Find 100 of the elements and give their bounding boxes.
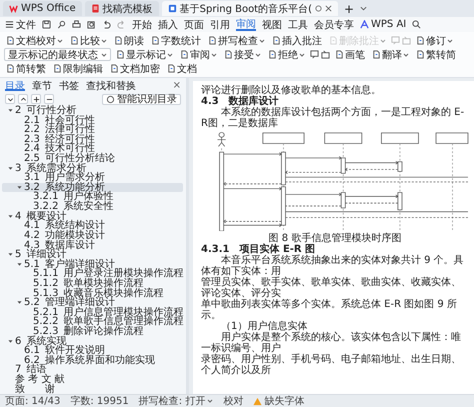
toc-item[interactable]: 4.1 系统结构设计: [2, 221, 183, 230]
page-icon: [116, 50, 125, 59]
page-icon: [268, 50, 277, 59]
ribbon-button[interactable]: 限制编辑: [51, 62, 105, 75]
page-icon: [372, 50, 381, 59]
ribbon-button[interactable]: 审阅: [178, 48, 219, 61]
sidebar-tab[interactable]: 章节: [32, 79, 52, 91]
ribbon-button[interactable]: 文档加密: [108, 62, 162, 75]
close-icon[interactable]: [325, 5, 332, 12]
toc-item[interactable]: 5 详细设计: [2, 250, 183, 260]
caret-icon: [207, 398, 214, 404]
menu-tab[interactable]: 视图: [262, 18, 282, 31]
ribbon-button[interactable]: 插入批注: [270, 34, 324, 47]
close-button[interactable]: ×: [172, 80, 181, 90]
sidebar-tab[interactable]: 书签: [59, 79, 79, 91]
toc-item[interactable]: 3 系统需求分析: [2, 164, 183, 173]
menu-tab[interactable]: 引用: [210, 18, 230, 31]
toc-item[interactable]: 3.2.1 用户体验性: [2, 192, 183, 202]
undo-icon[interactable]: [102, 20, 111, 29]
toc-item[interactable]: 2.4 技术可行性: [2, 144, 183, 154]
ribbon-button[interactable]: 简转繁: [4, 62, 48, 75]
toc-item[interactable]: 2.5 可行性分析结论: [2, 154, 183, 164]
missing-font-button[interactable]: 缺失字体: [253, 394, 304, 407]
ribbon-button[interactable]: 朗读: [112, 34, 146, 47]
caret-icon: [101, 52, 107, 58]
collapse-button[interactable]: [18, 94, 28, 104]
wps-ai-button[interactable]: WPS AI: [360, 18, 406, 31]
ribbon-button[interactable]: 画笔: [333, 48, 367, 61]
ribbon-button[interactable]: 接受: [222, 48, 263, 61]
sidebar-tab[interactable]: 查找和替换: [86, 79, 136, 91]
toc-item[interactable]: 3.1 用户需求分析: [2, 173, 183, 182]
next-comment-icon[interactable]: [321, 50, 330, 59]
caret-icon[interactable]: [360, 5, 368, 12]
toc-item[interactable]: 5.2 管理端详细设计: [2, 298, 183, 308]
toc-item[interactable]: 致 谢: [2, 384, 183, 394]
caret-icon[interactable]: [17, 184, 22, 190]
print-icon[interactable]: [72, 20, 81, 29]
ribbon-button[interactable]: 翻译: [370, 48, 411, 61]
smart-toc-button[interactable]: 智能识别目录: [102, 94, 181, 104]
wps-logo-icon: [9, 4, 18, 13]
file-menu[interactable]: 文件: [5, 18, 36, 31]
save-icon[interactable]: [42, 20, 51, 29]
figure-caption: 图 8 歌手信息管理模块时序图: [268, 233, 402, 244]
toc-item[interactable]: 4.3 数据库设计: [2, 240, 183, 250]
new-tab-button[interactable]: +: [341, 2, 358, 16]
menu-tab[interactable]: 会员专享: [314, 18, 354, 31]
toc-item[interactable]: 3.2 系统功能分析: [2, 182, 183, 192]
search-icon[interactable]: [412, 20, 422, 29]
toc-item[interactable]: 7 结语: [2, 365, 183, 374]
menu-tab[interactable]: 开始: [132, 18, 152, 31]
toc-item[interactable]: 6 系统实现: [2, 336, 183, 346]
document-tab[interactable]: 找稿壳模板: [84, 1, 159, 16]
paragraph-text: 用户实体是整个系统的核心。该实体包含以下属性：唯一标识编号、用户: [201, 332, 462, 354]
previous-comment-icon[interactable]: [310, 50, 319, 59]
expand-button[interactable]: [5, 94, 15, 104]
spell-check-status[interactable]: 拼写检查: 打开: [138, 394, 214, 407]
toc-item[interactable]: 2.2 法律可行性: [2, 125, 183, 134]
document-tab[interactable]: 基于Spring Boot的音乐平台(: [162, 1, 338, 16]
add-level-button[interactable]: [31, 94, 41, 104]
document-icon: [90, 4, 100, 13]
toc-item[interactable]: 2.3 经济可行性: [2, 134, 183, 144]
caret-icon[interactable]: [17, 300, 22, 306]
caret-icon[interactable]: [17, 262, 22, 267]
caret-icon[interactable]: [8, 252, 13, 258]
ribbon-button[interactable]: 文档: [165, 62, 199, 75]
toc-item[interactable]: 参 考 文 献: [2, 375, 183, 384]
toc-item[interactable]: 5.2.2 歌单歌手信息管理操作流程: [2, 317, 183, 326]
menu-tab[interactable]: 工具: [288, 18, 308, 31]
page-icon: [70, 36, 79, 45]
document-tab[interactable]: WPS Office: [3, 1, 82, 16]
toc-item[interactable]: 5.1.1 用户登录注册模块操作流程: [2, 269, 183, 278]
toc-item[interactable]: 2.1 社会可行性: [2, 116, 183, 125]
caret-icon[interactable]: [8, 338, 13, 344]
ribbon-button[interactable]: 字数统计: [149, 34, 203, 47]
toc-item[interactable]: 5.1.2 歌单模块操作流程: [2, 278, 183, 288]
caret-icon[interactable]: [8, 166, 13, 171]
preview-icon[interactable]: [87, 20, 96, 29]
caret-icon[interactable]: [8, 108, 13, 113]
markup-dropdown[interactable]: 显示标记的最终状态: [4, 48, 111, 61]
remove-level-button[interactable]: [44, 94, 54, 104]
ribbon-button[interactable]: 显示标记: [114, 48, 175, 61]
ribbon-button[interactable]: 修订: [414, 34, 455, 47]
ribbon-button[interactable]: 繁转简: [414, 48, 458, 61]
menu-tab[interactable]: 插入: [158, 18, 178, 31]
toc-item[interactable]: 2 可行性分析: [2, 106, 183, 115]
toc-item[interactable]: 4.2 功能模块设计: [2, 230, 183, 240]
toc-item[interactable]: 3.2.2 系统安全性: [2, 202, 183, 212]
page-icon: [151, 36, 160, 45]
toc-item[interactable]: 6.2 操作系统界面和功能实现: [2, 356, 183, 365]
toc-item[interactable]: 6.1 软件开发说明: [2, 346, 183, 356]
toc-item[interactable]: 4 概要设计: [2, 212, 183, 221]
ribbon-button[interactable]: 文档校对: [4, 34, 65, 47]
menu-tab[interactable]: 页面: [184, 18, 204, 31]
ribbon-button[interactable]: 拼写检查: [206, 34, 267, 47]
ribbon-button[interactable]: 比较: [68, 34, 109, 47]
caret-icon[interactable]: [8, 214, 13, 219]
ribbon-button[interactable]: 拒绝: [266, 48, 307, 61]
toc-item[interactable]: 5.2.3 删除评论操作流程: [2, 327, 183, 336]
toc-item[interactable]: 5.1.3 收藏音乐模块操作流程: [2, 288, 183, 298]
toc-item[interactable]: 5.1 客户端详细设计: [2, 260, 183, 269]
